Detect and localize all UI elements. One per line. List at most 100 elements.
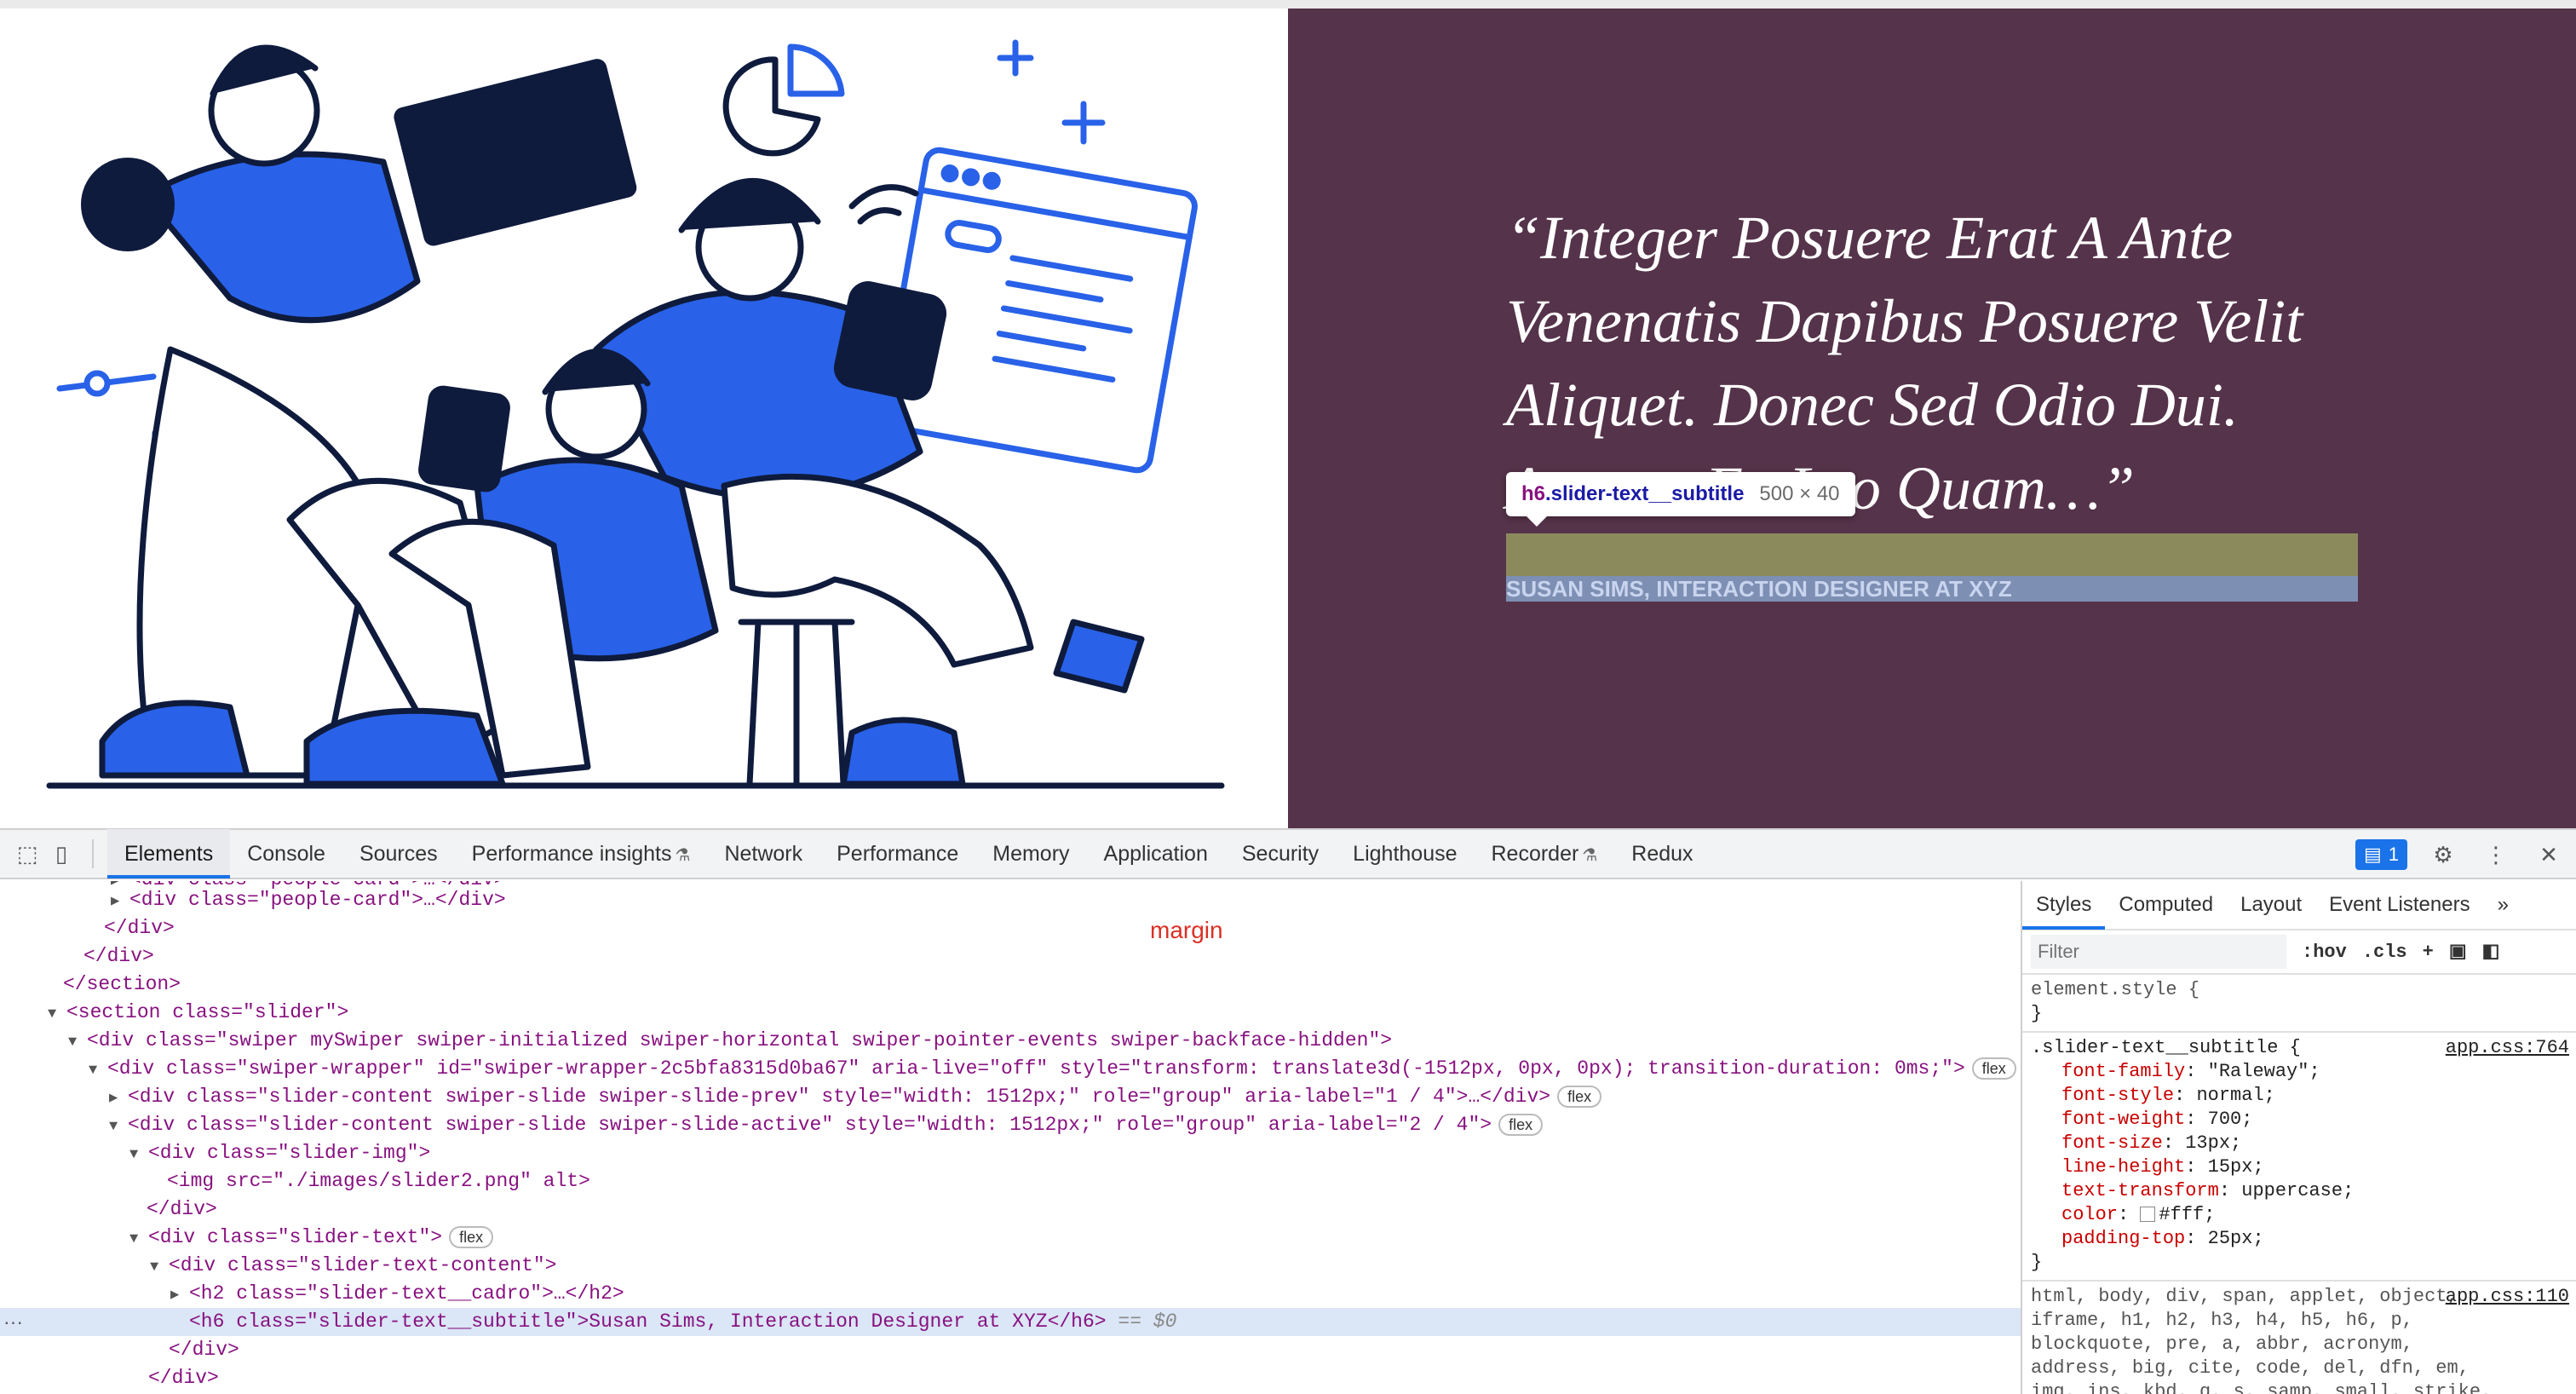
css-property[interactable]: line-height: 15px; <box>2031 1155 2569 1179</box>
dom-node[interactable]: ▼ <div class="slider-img"> <box>0 1139 2021 1167</box>
dom-node[interactable]: ▼ <section class="slider"> <box>0 999 2021 1027</box>
css-prop-name: color <box>2061 1204 2119 1225</box>
dom-node[interactable]: ▶ <h2 class="slider-text__cadro">…</h2> <box>0 1280 2021 1308</box>
styles-sidebar: Styles Computed Layout Event Listeners »… <box>2021 881 2576 1394</box>
dom-node[interactable]: <img src="./images/slider2.png" alt> <box>0 1167 2021 1195</box>
dom-node[interactable]: </div> <box>0 942 2021 971</box>
issues-badge[interactable]: ▤ 1 <box>2355 839 2407 870</box>
dom-node[interactable]: ▼ <div class="swiper mySwiper swiper-init… <box>0 1027 2021 1055</box>
settings-gear-icon[interactable]: ⚙ <box>2426 838 2460 872</box>
dom-node-text: </div> <box>147 1198 217 1220</box>
devtools-tabbar: ⬚ ▯ Elements Console Sources Performance… <box>0 829 2576 879</box>
dom-node[interactable]: ▶ <div class="slider-content swiper-slide… <box>0 1083 2021 1111</box>
css-prop-value: 700; <box>2207 1109 2253 1130</box>
tab-computed[interactable]: Computed <box>2105 881 2227 930</box>
dom-node[interactable]: </section> <box>0 971 2021 999</box>
dom-node[interactable]: ▶<div class="people-card">…</div> <box>0 886 2021 914</box>
css-prop-value: 15px; <box>2207 1156 2264 1178</box>
dom-node[interactable]: ▼ <div class="swiper-wrapper" id="swiper-… <box>0 1055 2021 1083</box>
css-property[interactable]: text-transform: uppercase; <box>2031 1179 2569 1203</box>
dom-node-text: <h2 class="slider-text__cadro">…</h2> <box>189 1282 624 1305</box>
dom-node[interactable]: ▼ <div class="slider-text"> flex <box>0 1224 2021 1252</box>
css-prop-name: font-size <box>2061 1132 2163 1154</box>
issues-icon: ▤ <box>2363 844 2382 865</box>
close-icon[interactable]: ✕ <box>2532 838 2566 872</box>
tab-elements[interactable]: Elements <box>107 829 231 878</box>
css-property[interactable]: padding-top: 25px; <box>2031 1227 2569 1251</box>
tab-performance-insights[interactable]: Performance insights ⚗ <box>455 829 708 878</box>
css-prop-name: text-transform <box>2061 1180 2219 1201</box>
dom-node[interactable]: ▼ <div class="slider-text-content"> <box>0 1252 2021 1280</box>
tab-application[interactable]: Application <box>1087 829 1225 878</box>
more-tabs-icon[interactable]: » <box>2484 881 2522 930</box>
flex-badge[interactable]: flex <box>1557 1085 1602 1108</box>
flex-badge[interactable]: flex <box>449 1225 494 1248</box>
css-property[interactable]: font-family: "Raleway"; <box>2031 1060 2569 1084</box>
rule-source-link[interactable]: app.css:764 <box>2446 1036 2569 1060</box>
rule-close-brace: } <box>2031 1003 2043 1024</box>
subtitle-css-rule: app.css:764 .slider-text__subtitle { fon… <box>2022 1033 2576 1282</box>
collapse-arrow-icon[interactable]: ▼ <box>68 1028 87 1057</box>
more-actions-icon[interactable]: ··· <box>3 1308 23 1336</box>
css-property[interactable]: font-size: 13px; <box>2031 1132 2569 1155</box>
collapse-arrow-icon[interactable]: ▼ <box>89 1057 107 1085</box>
tab-console[interactable]: Console <box>230 829 342 878</box>
tab-event-listeners[interactable]: Event Listeners <box>2315 881 2483 930</box>
inspect-element-icon[interactable]: ⬚ <box>10 837 44 871</box>
tab-security[interactable]: Security <box>1225 829 1336 878</box>
collapse-arrow-icon[interactable]: ▼ <box>150 1253 169 1282</box>
expand-arrow-icon[interactable]: ▶ <box>109 1085 128 1113</box>
tab-memory[interactable]: Memory <box>975 829 1086 878</box>
expand-arrow-icon[interactable]: ▶ <box>111 888 129 916</box>
color-swatch-icon[interactable] <box>2140 1207 2156 1223</box>
dom-node[interactable]: </div> <box>0 1364 2021 1392</box>
sidebar-toggle-icon[interactable]: ◧ <box>2482 941 2500 963</box>
expand-arrow-icon[interactable]: ▶ <box>170 1282 189 1310</box>
reset-selector: html, body, div, span, applet, object, i… <box>2031 1286 2493 1394</box>
dom-node-text: <h6 class="slider-text__subtitle">Susan … <box>189 1310 1107 1333</box>
dom-node[interactable]: </div> <box>0 1336 2021 1364</box>
collapse-arrow-icon[interactable]: ▼ <box>109 1113 128 1141</box>
css-property[interactable]: font-style: normal; <box>2031 1084 2569 1108</box>
dom-node-selected[interactable]: ··· <h6 class="slider-text__subtitle">Sus… <box>0 1308 2021 1336</box>
tab-performance[interactable]: Performance <box>819 829 975 878</box>
dom-node-text: <div class="slider-content swiper-slide … <box>128 1114 1492 1136</box>
tab-redux[interactable]: Redux <box>1614 829 1710 878</box>
css-property[interactable]: color: #fff; <box>2031 1203 2569 1227</box>
tooltip-size: 500 × 40 <box>1759 482 1840 505</box>
reset-css-rule: app.css:110 html, body, div, span, apple… <box>2022 1282 2576 1394</box>
tab-layout[interactable]: Layout <box>2227 881 2315 930</box>
collapse-arrow-icon[interactable]: ▼ <box>129 1141 148 1169</box>
tab-sources[interactable]: Sources <box>342 829 455 878</box>
dom-node-text: <div class="slider-text"> <box>148 1226 443 1248</box>
hover-state-toggle[interactable]: :hov <box>2302 942 2347 963</box>
dom-node[interactable]: ▼ <div class="slider-content swiper-slide… <box>0 1111 2021 1139</box>
paint-icon[interactable]: ▣ <box>2449 941 2467 963</box>
styles-filter-input[interactable] <box>2031 935 2286 969</box>
rule-source-link[interactable]: app.css:110 <box>2446 1285 2569 1309</box>
device-toggle-icon[interactable]: ▯ <box>44 837 78 871</box>
add-rule-icon[interactable]: + <box>2423 942 2434 963</box>
css-prop-name: padding-top <box>2061 1228 2186 1249</box>
flex-badge[interactable]: flex <box>1971 1057 2016 1080</box>
tab-network[interactable]: Network <box>707 829 819 878</box>
tab-recorder-label: Recorder <box>1491 842 1579 866</box>
tab-styles[interactable]: Styles <box>2022 881 2106 930</box>
dom-node-text: </div> <box>169 1339 239 1361</box>
tab-recorder[interactable]: Recorder ⚗ <box>1475 829 1615 878</box>
dom-node-text: </div> <box>104 917 175 939</box>
dom-node-text: <section class="slider"> <box>66 1001 349 1023</box>
dom-node[interactable]: </div> <box>0 1195 2021 1224</box>
more-options-icon[interactable]: ⋮ <box>2479 838 2513 872</box>
styles-filter-row: :hov .cls + ▣ ◧ <box>2022 930 2576 975</box>
collapse-arrow-icon[interactable]: ▼ <box>129 1225 148 1253</box>
tab-lighthouse[interactable]: Lighthouse <box>1336 829 1474 878</box>
dom-node[interactable]: </div> <box>0 914 2021 942</box>
css-property[interactable]: font-weight: 700; <box>2031 1108 2569 1132</box>
css-prop-name: font-style <box>2061 1085 2175 1106</box>
inspected-subtitle-highlight[interactable]: Susan Sims, Interaction Designer at XYZ <box>1506 533 2358 602</box>
css-prop-name: font-weight <box>2061 1109 2186 1130</box>
class-toggle[interactable]: .cls <box>2362 942 2407 963</box>
flex-badge[interactable]: flex <box>1498 1113 1544 1136</box>
collapse-arrow-icon[interactable]: ▼ <box>48 1000 66 1028</box>
